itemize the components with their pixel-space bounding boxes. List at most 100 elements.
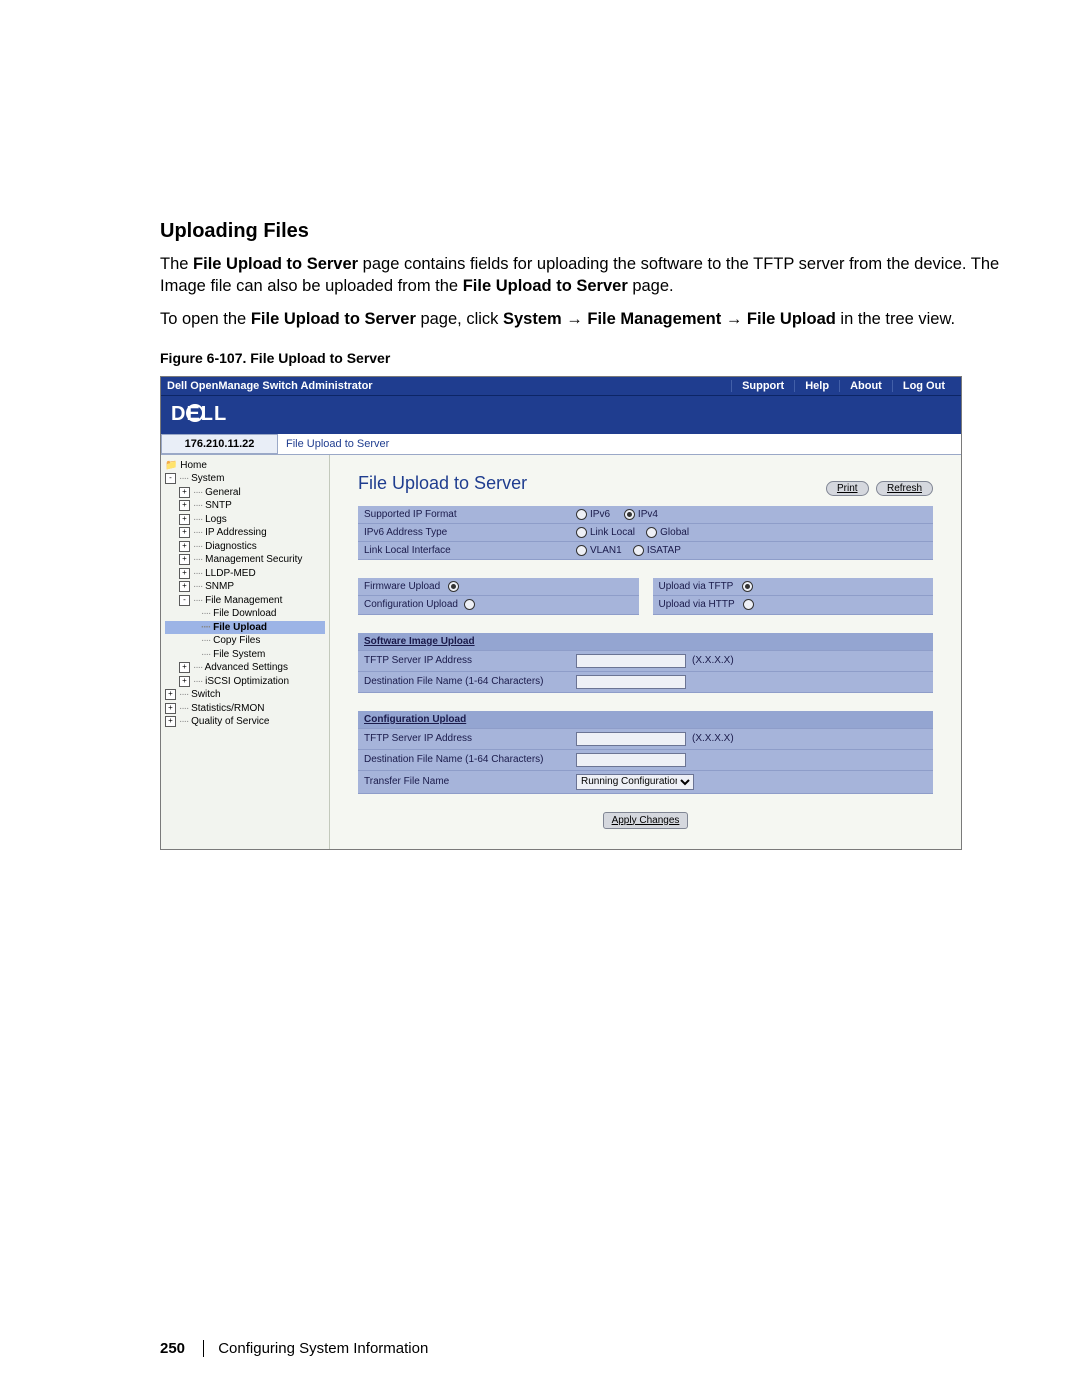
label-dest-filename-1: Destination File Name (1-64 Characters)	[358, 671, 570, 692]
radio-isatap[interactable]	[633, 545, 644, 556]
input-tftp-ip-2[interactable]	[576, 732, 686, 746]
tree-label: SNMP	[205, 581, 234, 592]
tree-label: Advanced Settings	[205, 662, 288, 673]
radio-label: IPv6	[590, 509, 610, 520]
text: Upload via HTTP	[659, 600, 735, 611]
tree-sntp[interactable]: +···· SNTP	[165, 499, 325, 513]
app-titlebar: Dell OpenManage Switch Administrator Sup…	[161, 377, 961, 396]
tree-logs[interactable]: +···· Logs	[165, 513, 325, 527]
nav-about[interactable]: About	[839, 380, 892, 392]
radio-ipv4[interactable]	[624, 509, 635, 520]
tree-switch[interactable]: +···· Switch	[165, 688, 325, 702]
software-image-block: Software Image Upload TFTP Server IP Add…	[358, 633, 933, 693]
tree-ip-addressing[interactable]: +···· IP Addressing	[165, 526, 325, 540]
expand-icon[interactable]: +	[165, 689, 176, 700]
radio-via-tftp[interactable]	[742, 581, 753, 592]
text-bold: File Upload	[747, 310, 836, 328]
section-heading: Uploading Files	[160, 220, 1000, 243]
tree-label: System	[191, 473, 224, 484]
expand-icon[interactable]: +	[165, 703, 176, 714]
radio-vlan1[interactable]	[576, 545, 587, 556]
tree-label: File System	[213, 649, 265, 660]
tree-label: LLDP-MED	[205, 568, 256, 579]
collapse-icon[interactable]: -	[179, 595, 190, 606]
tree-diagnostics[interactable]: +···· Diagnostics	[165, 540, 325, 554]
tree-snmp[interactable]: +···· SNMP	[165, 580, 325, 594]
text: in the tree view.	[836, 310, 955, 328]
expand-icon[interactable]: +	[179, 527, 190, 538]
radio-global[interactable]	[646, 527, 657, 538]
input-dest-filename-2[interactable]	[576, 753, 686, 767]
tree-advanced-settings[interactable]: +···· Advanced Settings	[165, 661, 325, 675]
input-dest-filename-1[interactable]	[576, 675, 686, 689]
tree-label: Diagnostics	[205, 541, 257, 552]
collapse-icon[interactable]: -	[165, 473, 176, 484]
expand-icon[interactable]: +	[179, 662, 190, 673]
select-transfer-filename[interactable]: Running Configuration	[576, 774, 694, 790]
apply-changes-button[interactable]: Apply Changes	[603, 812, 689, 829]
tree-lldp-med[interactable]: +···· LLDP-MED	[165, 567, 325, 581]
nav-logout[interactable]: Log Out	[892, 380, 955, 392]
tree-statistics[interactable]: +···· Statistics/RMON	[165, 702, 325, 716]
label-dest-filename-2: Destination File Name (1-64 Characters)	[358, 749, 570, 770]
label-ll-interface: Link Local Interface	[358, 542, 570, 560]
expand-icon[interactable]: +	[165, 716, 176, 727]
input-tftp-ip-1[interactable]	[576, 654, 686, 668]
nav-support[interactable]: Support	[731, 380, 794, 392]
radio-via-http[interactable]	[743, 599, 754, 610]
tree-home[interactable]: 📁 Home	[165, 459, 325, 473]
tree-label: Quality of Service	[191, 716, 269, 727]
paragraph-1: The File Upload to Server page contains …	[160, 253, 1000, 298]
expand-icon[interactable]: +	[179, 541, 190, 552]
label-tftp-ip-2: TFTP Server IP Address	[358, 728, 570, 749]
tree-file-upload[interactable]: ···· File Upload	[165, 621, 325, 635]
radio-link-local[interactable]	[576, 527, 587, 538]
heading-sw-upload: Software Image Upload	[358, 633, 933, 651]
hint-xxxx-1: (X.X.X.X)	[692, 655, 734, 666]
paragraph-2: To open the File Upload to Server page, …	[160, 308, 1000, 330]
tree-general[interactable]: +···· General	[165, 486, 325, 500]
text-bold: System	[503, 310, 562, 328]
tree-copy-files[interactable]: ···· Copy Files	[165, 634, 325, 648]
text: →	[562, 310, 588, 328]
nav-help[interactable]: Help	[794, 380, 839, 392]
text: page, click	[416, 310, 503, 328]
footer-title: Configuring System Information	[203, 1340, 428, 1357]
radio-config-upload[interactable]	[464, 599, 475, 610]
expand-icon[interactable]: +	[179, 568, 190, 579]
tree-file-system[interactable]: ···· File System	[165, 648, 325, 662]
label-transfer-filename: Transfer File Name	[358, 770, 570, 793]
radio-ipv6[interactable]	[576, 509, 587, 520]
expand-icon[interactable]: +	[179, 581, 190, 592]
breadcrumb: File Upload to Server	[278, 434, 961, 455]
radio-firmware-upload[interactable]	[448, 581, 459, 592]
tree-qos[interactable]: +···· Quality of Service	[165, 715, 325, 729]
tree-file-download[interactable]: ···· File Download	[165, 607, 325, 621]
label-firmware-upload: Firmware Upload	[358, 578, 639, 596]
expand-icon[interactable]: +	[179, 514, 190, 525]
expand-icon[interactable]: +	[179, 500, 190, 511]
ip-format-block: Supported IP Format IPv6 IPv4 IPv6 Addre…	[358, 506, 933, 560]
tree-label: Management Security	[205, 554, 302, 565]
tree-mgmt-security[interactable]: +···· Management Security	[165, 553, 325, 567]
screenshot-window: Dell OpenManage Switch Administrator Sup…	[160, 376, 962, 850]
label-via-http: Upload via HTTP	[653, 596, 934, 614]
expand-icon[interactable]: +	[179, 554, 190, 565]
radio-label: Link Local	[590, 527, 635, 538]
tree-iscsi[interactable]: +···· iSCSI Optimization	[165, 675, 325, 689]
label-v6-type: IPv6 Address Type	[358, 523, 570, 541]
label-tftp-ip-1: TFTP Server IP Address	[358, 650, 570, 671]
label-config-upload: Configuration Upload	[358, 596, 639, 614]
dell-logo: DELL	[161, 396, 961, 434]
label-via-tftp: Upload via TFTP	[653, 578, 934, 596]
radio-label: VLAN1	[590, 545, 622, 556]
tree-file-management[interactable]: -···· File Management	[165, 594, 325, 608]
nav-tree[interactable]: 📁 Home -···· System +···· General +···· …	[161, 455, 330, 849]
tree-label: Switch	[191, 689, 220, 700]
tree-system[interactable]: -···· System	[165, 472, 325, 486]
refresh-button[interactable]: Refresh	[876, 481, 933, 496]
page-footer: 250 Configuring System Information	[160, 1340, 428, 1357]
expand-icon[interactable]: +	[179, 676, 190, 687]
print-button[interactable]: Print	[826, 481, 869, 496]
expand-icon[interactable]: +	[179, 487, 190, 498]
